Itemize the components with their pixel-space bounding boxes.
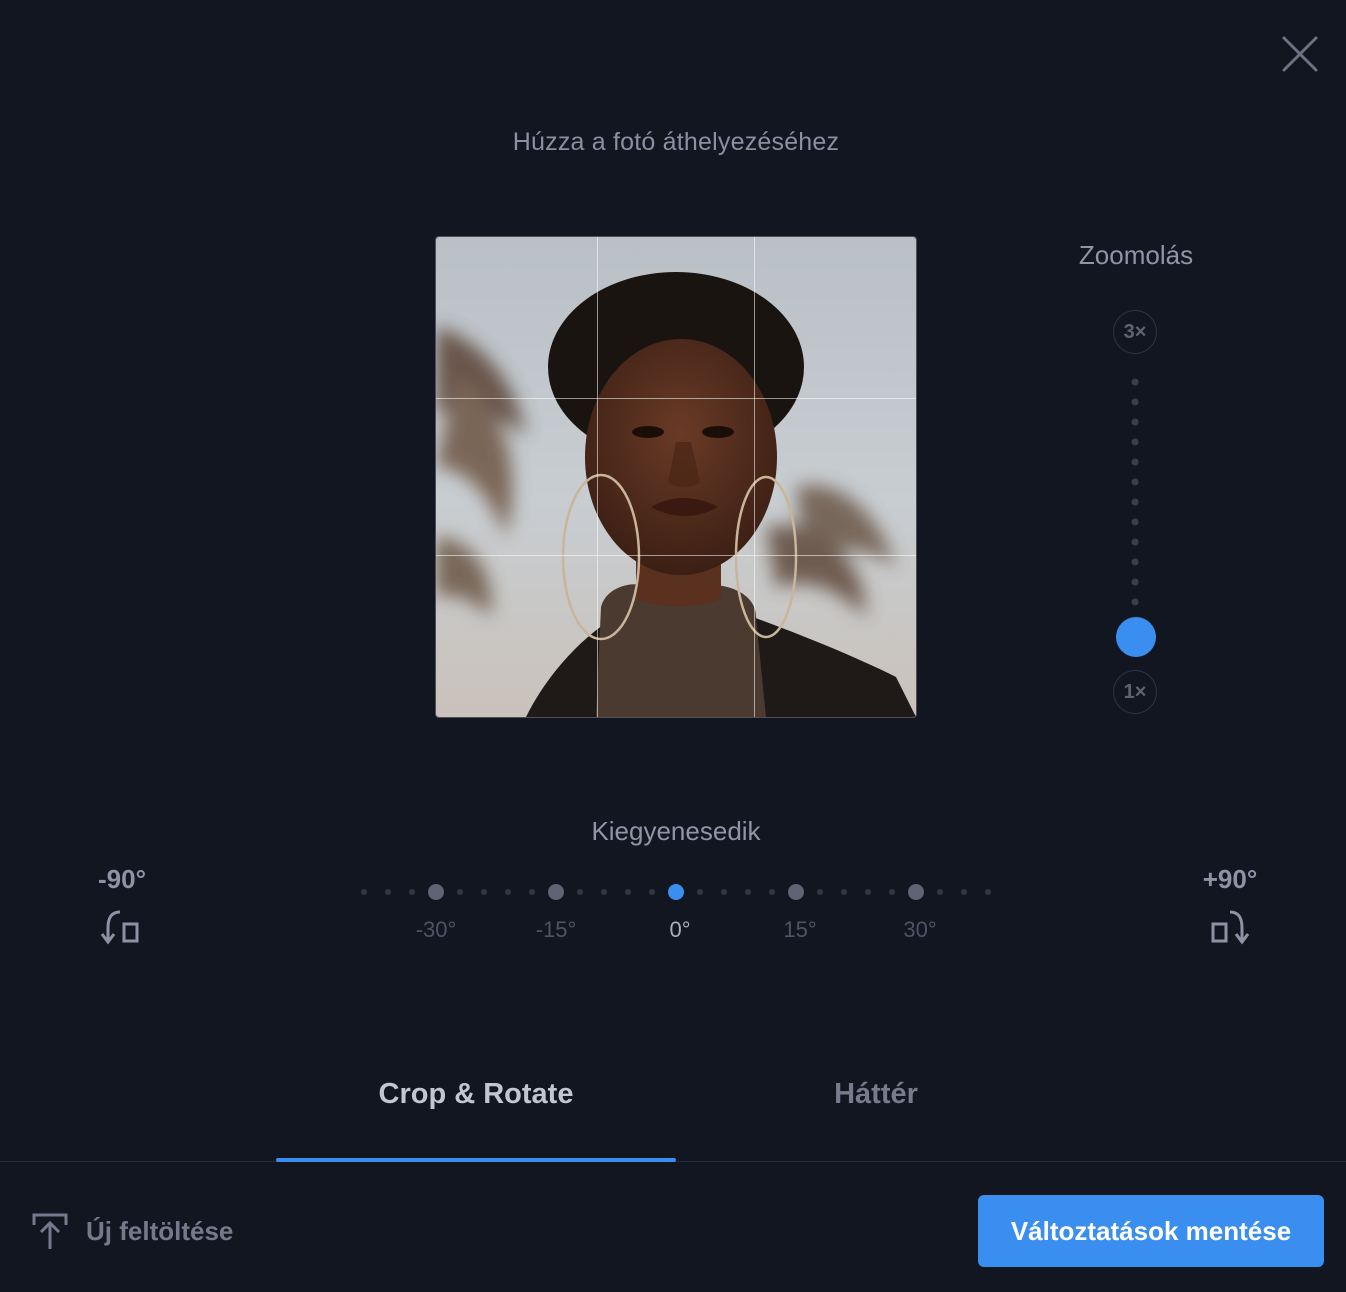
straighten-minor-tick [985, 889, 991, 895]
straighten-ruler: -30° -15° 0° 15° 30° [361, 884, 991, 942]
straighten-minor-tick [697, 889, 703, 895]
upload-icon [32, 1213, 68, 1249]
straighten-minor-tick [721, 889, 727, 895]
save-changes-button[interactable]: Változtatások mentése [978, 1195, 1324, 1267]
close-button[interactable] [1280, 34, 1320, 74]
zoom-track-dot [1131, 378, 1139, 386]
straighten-tick-label: -15° [536, 917, 577, 942]
zoom-track-dot [1131, 518, 1139, 526]
zoom-max-button[interactable]: 3× [1113, 310, 1157, 354]
straighten-tick-label: 15° [783, 917, 816, 942]
straighten-tick-label: -30° [416, 917, 457, 942]
zoom-min-button[interactable]: 1× [1113, 670, 1157, 714]
rotate-left-button[interactable] [100, 904, 144, 948]
close-icon [1282, 36, 1318, 72]
zoom-track-dot [1131, 458, 1139, 466]
straighten-minor-tick [625, 889, 631, 895]
crop-grid-line [436, 398, 916, 399]
zoom-track-dot [1131, 558, 1139, 566]
straighten-major-tick [788, 884, 804, 900]
rotate-left-label: -90° [98, 864, 146, 894]
straighten-minor-tick [361, 889, 367, 895]
zoom-slider-handle[interactable] [1116, 617, 1156, 657]
straighten-minor-tick [409, 889, 415, 895]
straighten-minor-tick [529, 889, 535, 895]
crop-grid-line [436, 555, 916, 556]
straighten-major-tick [908, 884, 924, 900]
zoom-track-dot [1131, 478, 1139, 486]
straighten-current-marker [668, 884, 684, 900]
tab-crop-rotate[interactable]: Crop & Rotate [276, 1078, 676, 1122]
straighten-minor-tick [481, 889, 487, 895]
straighten-minor-tick [577, 889, 583, 895]
tab-background[interactable]: Háttér [676, 1078, 1076, 1122]
zoom-track-dot [1131, 418, 1139, 426]
straighten-slider[interactable]: -30° -15° 0° 15° 30° [350, 876, 1000, 946]
straighten-minor-tick [889, 889, 895, 895]
straighten-minor-tick [505, 889, 511, 895]
zoom-track-dot [1131, 398, 1139, 406]
zoom-track-dot [1131, 538, 1139, 546]
crop-area[interactable] [436, 237, 916, 717]
rotate-right-label: +90° [1202, 864, 1258, 894]
straighten-minor-tick [601, 889, 607, 895]
straighten-major-tick [428, 884, 444, 900]
rotate-right-button[interactable] [1206, 904, 1250, 948]
upload-new-button[interactable]: Új feltöltése [30, 1206, 270, 1256]
straighten-minor-tick [961, 889, 967, 895]
crop-grid-line [754, 237, 755, 717]
zoom-track-dot [1131, 498, 1139, 506]
straighten-minor-tick [841, 889, 847, 895]
upload-new-label: Új feltöltése [86, 1215, 234, 1246]
zoom-slider-track[interactable] [1125, 372, 1145, 612]
active-tab-indicator [276, 1158, 676, 1162]
profile-photo [436, 272, 916, 717]
straighten-minor-tick [937, 889, 943, 895]
zoom-track-dot [1131, 598, 1139, 606]
straighten-minor-tick [745, 889, 751, 895]
straighten-tick-label: 30° [903, 917, 936, 942]
straighten-minor-tick [457, 889, 463, 895]
straighten-tick-label: 0° [669, 917, 690, 942]
zoom-track-dot [1131, 578, 1139, 586]
zoom-label: Zoomolás [1078, 240, 1194, 270]
straighten-minor-tick [865, 889, 871, 895]
drag-instruction: Húzza a fotó áthelyezéséhez [512, 128, 840, 156]
rotate-right-icon [1211, 910, 1250, 945]
straighten-minor-tick [385, 889, 391, 895]
crop-grid-line [597, 237, 598, 717]
straighten-label: Kiegyenesedik [591, 816, 761, 846]
zoom-track-dot [1131, 438, 1139, 446]
straighten-minor-tick [649, 889, 655, 895]
rotate-left-icon [100, 910, 139, 945]
straighten-minor-tick [769, 889, 775, 895]
zoom-track-dots [1131, 378, 1139, 606]
straighten-major-tick [548, 884, 564, 900]
straighten-minor-tick [817, 889, 823, 895]
